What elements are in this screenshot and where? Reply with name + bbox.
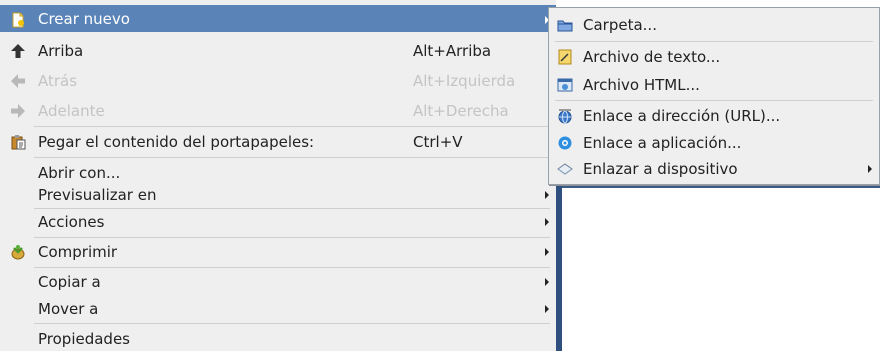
menu-item-label: Pegar el contenido del portapapeles: [38,133,315,151]
submenu-arrow-icon [545,305,549,313]
menu-item-label: Propiedades [38,330,130,348]
new-document-icon [10,12,26,28]
menu-item-label: Archivo de texto... [583,48,721,66]
menu-item-mover-a[interactable]: Mover a [0,294,556,324]
submenu-arrow-icon [545,248,549,256]
submenu-arrow-icon [545,191,549,199]
menu-item-shortcut: Alt+Arriba [413,42,492,60]
menu-item-arriba[interactable]: Arriba Alt+Arriba [0,36,556,66]
paste-icon [10,134,26,150]
menu-item-label: Crear nuevo [38,9,130,28]
menu-item-label: Arriba [38,42,84,60]
menu-item-crear-nuevo[interactable]: Crear nuevo [0,5,556,32]
menu-item-label: Atrás [38,72,78,90]
menu-item-label: Mover a [38,300,99,318]
menu-item-label: Adelante [38,102,105,120]
submenu-item-enlazar-dispositivo[interactable]: Enlazar a dispositivo [549,154,879,184]
submenu-crear-nuevo: Carpeta... Archivo de texto... Archivo H… [548,7,880,185]
menu-item-acciones[interactable]: Acciones [0,207,556,237]
arrow-up-icon [10,43,26,59]
menu-item-label: Previsualizar en [38,186,157,204]
url-link-icon [557,108,573,124]
menu-item-label: Acciones [38,213,105,231]
menu-item-label: Archivo HTML... [583,76,700,94]
menu-item-copiar-a[interactable]: Copiar a [0,267,556,297]
menu-item-atras[interactable]: Atrás Alt+Izquierda [0,66,556,96]
menu-item-shortcut: Alt+Derecha [413,102,509,120]
menu-item-previsualizar-en[interactable]: Previsualizar en [0,180,556,210]
menu-item-adelante[interactable]: Adelante Alt+Derecha [0,96,556,126]
compress-icon [10,244,26,260]
menu-item-label: Enlace a dirección (URL)... [583,107,781,125]
menu-item-pegar[interactable]: Pegar el contenido del portapapeles: Ctr… [0,127,556,157]
submenu-arrow-icon [545,278,549,286]
submenu-item-archivo-html[interactable]: Archivo HTML... [549,70,879,100]
arrow-right-icon [10,103,26,119]
menu-item-label: Enlace a aplicación... [583,134,742,152]
submenu-item-enlace-url[interactable]: Enlace a dirección (URL)... [549,101,879,131]
text-file-icon [557,49,573,65]
menu-item-label: Enlazar a dispositivo [583,160,738,178]
menu-item-shortcut: Alt+Izquierda [413,72,516,90]
menu-item-label: Carpeta... [583,16,657,34]
submenu-item-carpeta[interactable]: Carpeta... [549,10,879,40]
folder-icon [557,17,573,33]
menu-item-label: Copiar a [38,273,101,291]
submenu-item-archivo-texto[interactable]: Archivo de texto... [549,42,879,72]
application-link-icon [557,135,573,151]
submenu-arrow-icon [868,165,872,173]
menu-item-label: Comprimir [38,243,118,261]
html-file-icon [557,77,573,93]
device-icon [557,161,573,177]
submenu-arrow-icon [545,218,549,226]
menu-item-comprimir[interactable]: Comprimir [0,237,556,267]
menu-item-shortcut: Ctrl+V [413,133,463,151]
menu-item-propiedades[interactable]: Propiedades [0,324,556,354]
context-menu: Crear nuevo Arriba Alt+Arriba Atrás Alt+… [0,0,556,351]
arrow-left-icon [10,73,26,89]
